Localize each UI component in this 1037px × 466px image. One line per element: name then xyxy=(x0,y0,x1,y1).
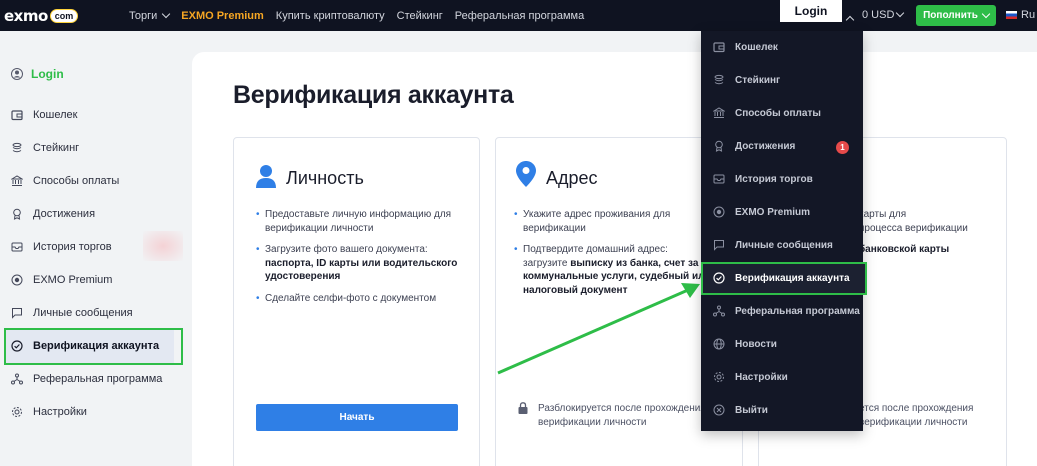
wallet-icon xyxy=(713,41,725,53)
dropdown-item-label: История торгов xyxy=(735,173,813,185)
dropdown-item-wallet[interactable]: Кошелек xyxy=(713,37,778,57)
dropdown-item-achievements[interactable]: Достижения xyxy=(713,136,795,156)
premium-icon xyxy=(713,206,725,218)
dropdown-item-referral[interactable]: Реферальная программа xyxy=(713,301,860,321)
referral-icon xyxy=(713,305,725,317)
achievements-badge: 1 xyxy=(836,141,849,154)
dropdown-item-staking[interactable]: Стейкинг xyxy=(713,70,780,90)
stack-icon xyxy=(713,74,725,86)
dropdown-item-label: Достижения xyxy=(735,140,796,152)
dropdown-item-settings[interactable]: Настройки xyxy=(713,367,788,387)
dropdown-item-label: Стейкинг xyxy=(735,74,781,86)
dropdown-item-news[interactable]: Новости xyxy=(713,334,777,354)
dropdown-item-label: Настройки xyxy=(735,371,788,383)
dropdown-item-trade-history[interactable]: История торгов xyxy=(713,169,813,189)
dropdown-item-label: Реферальная программа xyxy=(735,305,860,317)
annotation-arrow xyxy=(497,283,700,375)
dropdown-item-label: Выйти xyxy=(735,404,768,416)
dropdown-item-label: Верификация аккаунта xyxy=(735,272,850,284)
dropdown-item-verification[interactable]: Верификация аккаунта xyxy=(713,268,850,288)
history-icon xyxy=(713,173,725,185)
gear-icon xyxy=(713,371,725,383)
dropdown-item-logout[interactable]: Выйти xyxy=(713,400,768,420)
message-icon xyxy=(713,239,725,251)
dropdown-item-messages[interactable]: Личные сообщения xyxy=(713,235,833,255)
dropdown-item-label: EXMO Premium xyxy=(735,206,811,218)
logout-icon xyxy=(713,404,725,416)
dropdown-item-label: Новости xyxy=(735,338,777,350)
award-icon xyxy=(713,140,725,152)
dropdown-item-label: Кошелек xyxy=(735,41,778,53)
globe-icon xyxy=(713,338,725,350)
bank-icon xyxy=(713,107,725,119)
check-circle-icon xyxy=(713,272,725,284)
dropdown-item-exmo-premium[interactable]: EXMO Premium xyxy=(713,202,810,222)
dropdown-item-label: Способы оплаты xyxy=(735,107,821,119)
dropdown-item-label: Личные сообщения xyxy=(735,239,833,251)
dropdown-item-payment-methods[interactable]: Способы оплаты xyxy=(713,103,821,123)
